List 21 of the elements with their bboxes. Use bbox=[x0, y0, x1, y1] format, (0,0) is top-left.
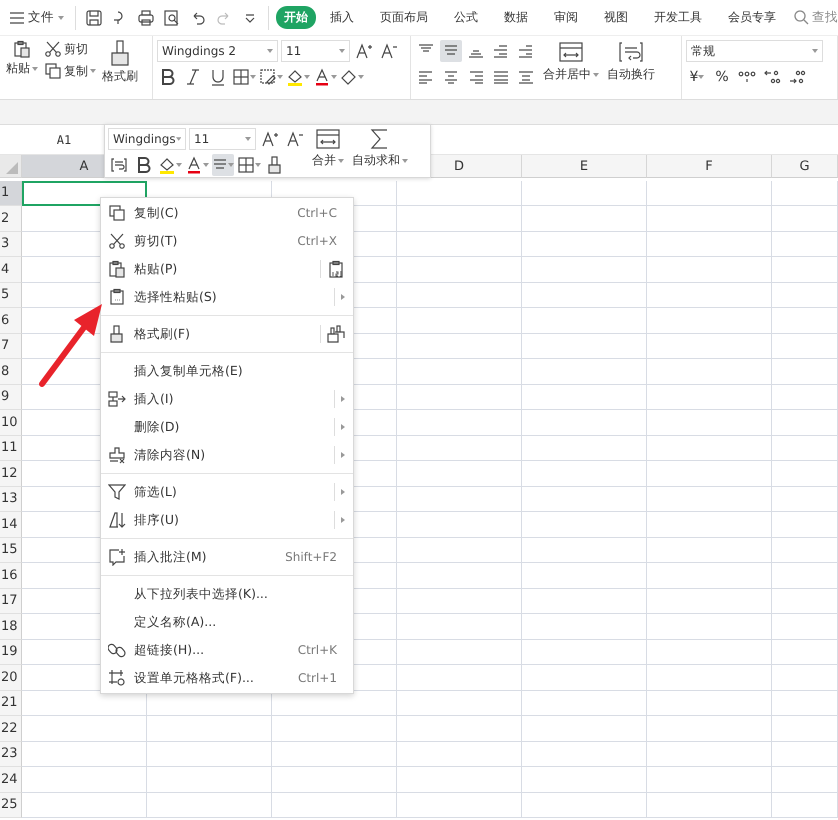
menu-item-label: 插入(I) bbox=[134, 390, 174, 408]
menu-item-label: 选择性粘贴(S) bbox=[134, 288, 218, 306]
menu-item-label: 粘贴(P) bbox=[134, 260, 178, 278]
menu-item-label: 清除内容(N) bbox=[134, 446, 206, 464]
menu-item-label: 插入批注(M) bbox=[134, 548, 208, 566]
menu-item-label: 定义名称(A)... bbox=[134, 614, 218, 630]
shortcut-label: Ctrl+1 bbox=[298, 671, 337, 685]
menu-item-label: 复制(C) bbox=[134, 204, 180, 222]
shortcut-label: Shift+F2 bbox=[285, 550, 337, 564]
menu-item-label: 格式刷(F) bbox=[134, 326, 191, 342]
menu-item-label: 删除(D) bbox=[134, 418, 180, 436]
menu-item-label: 从下拉列表中选择(K)... bbox=[134, 586, 269, 602]
shortcut-label: Ctrl+X bbox=[297, 234, 337, 248]
menu-item-label: 超链接(H)... bbox=[134, 642, 206, 658]
menu-item-label: 剪切(T) bbox=[134, 232, 178, 250]
menu-item-label: 筛选(L) bbox=[134, 484, 178, 500]
menu-item-label: 插入复制单元格(E) bbox=[134, 362, 244, 380]
menu-item-label: 设置单元格格式(F)... bbox=[134, 670, 255, 686]
shortcut-label: Ctrl+K bbox=[298, 643, 337, 657]
menu-item-label: 排序(U) bbox=[134, 512, 180, 528]
shortcut-label: Ctrl+C bbox=[297, 206, 337, 220]
